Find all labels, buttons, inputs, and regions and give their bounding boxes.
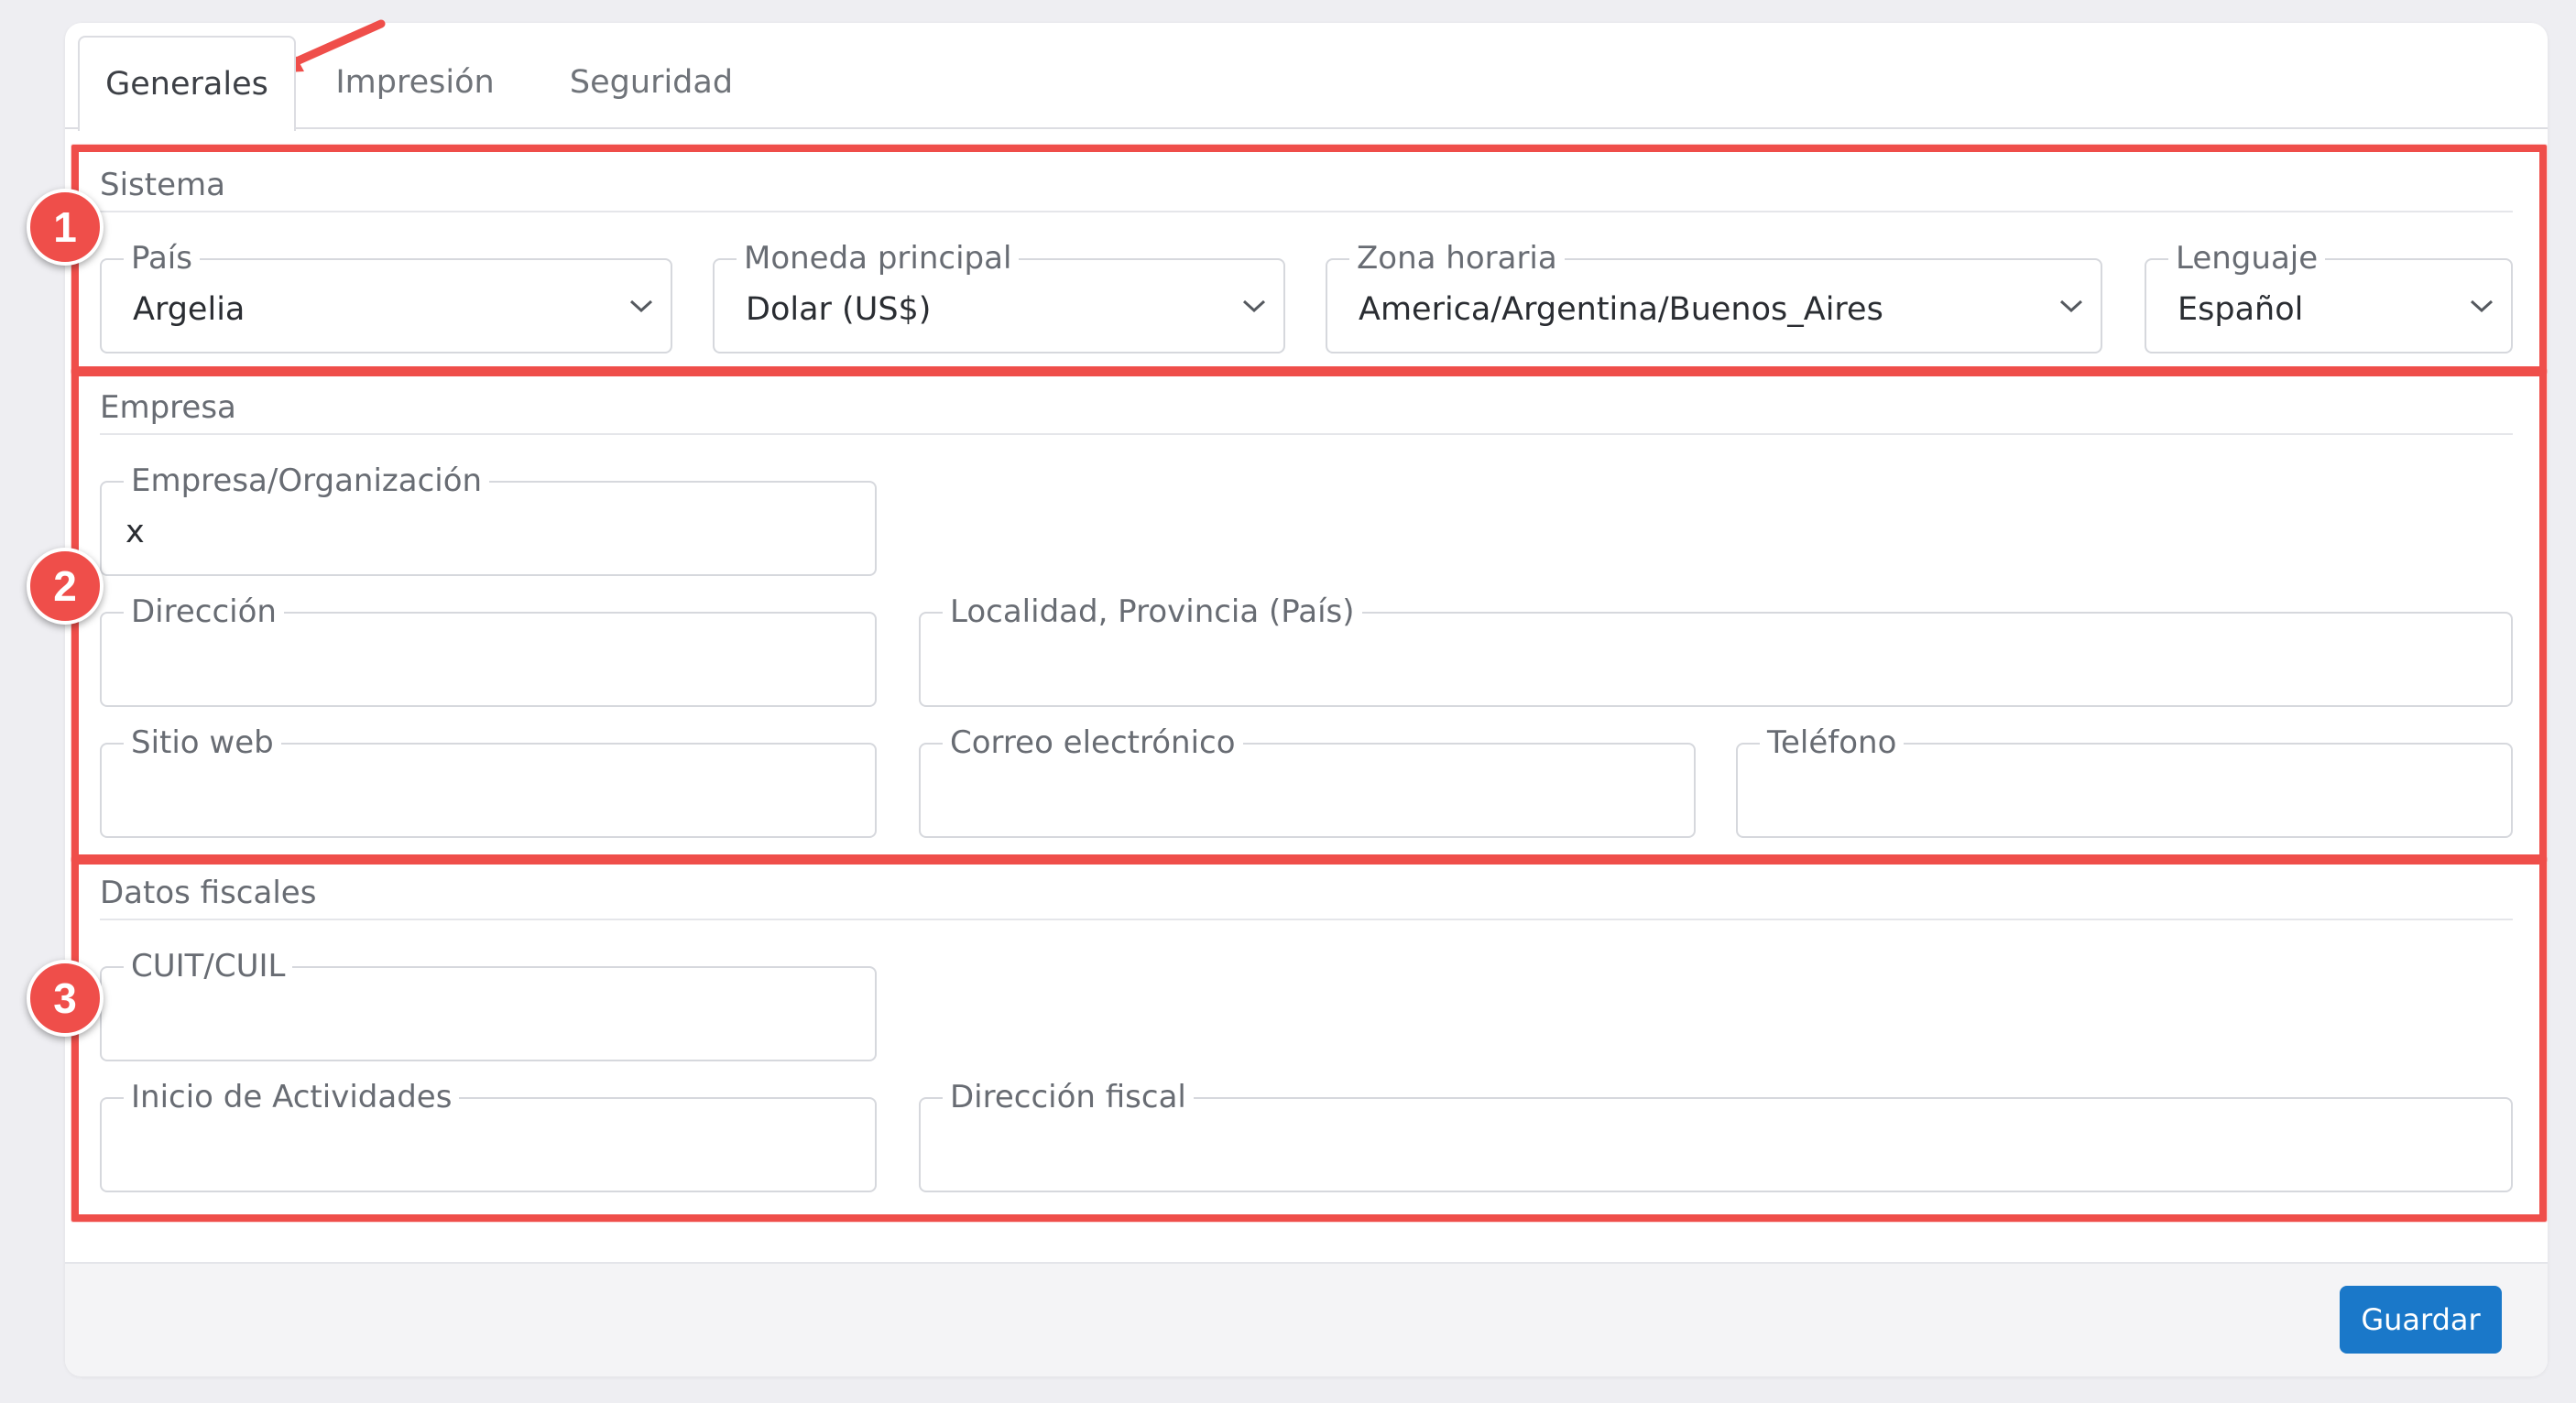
direccion-fiscal-input[interactable]: Dirección fiscal	[919, 1075, 2513, 1192]
field-label: Empresa/Organización	[124, 459, 490, 503]
correo-input[interactable]: Correo electrónico	[919, 721, 1696, 838]
moneda-select[interactable]: Moneda principal Dolar (US$)	[713, 236, 1285, 353]
pais-select[interactable]: País Argelia	[100, 236, 672, 353]
field-label: Lenguaje	[2168, 236, 2326, 280]
telefono-input[interactable]: Teléfono	[1736, 721, 2513, 838]
field-label: Inicio de Actividades	[124, 1075, 460, 1119]
annotation-badge-3: 3	[27, 960, 104, 1037]
field-label: Dirección fiscal	[943, 1075, 1194, 1119]
field-value: x	[126, 514, 145, 550]
tab-divider	[65, 127, 2548, 129]
field-label: Dirección	[124, 590, 284, 634]
section-rule	[100, 211, 2513, 212]
field-label: Sitio web	[124, 721, 281, 765]
cuit-input[interactable]: CUIT/CUIL	[100, 944, 877, 1061]
field-label: Correo electrónico	[943, 721, 1243, 765]
direccion-input[interactable]: Dirección	[100, 590, 877, 707]
field-label: Teléfono	[1760, 721, 1905, 765]
chevron-down-icon	[2059, 299, 2083, 313]
save-button[interactable]: Guardar	[2340, 1286, 2502, 1354]
zona-horaria-select[interactable]: Zona horaria America/Argentina/Buenos_Ai…	[1326, 236, 2102, 353]
localidad-input[interactable]: Localidad, Provincia (País)	[919, 590, 2513, 707]
section-rule	[100, 433, 2513, 435]
section-title-fiscales: Datos fiscales	[100, 875, 317, 911]
field-label: País	[124, 236, 200, 280]
sitio-web-input[interactable]: Sitio web	[100, 721, 877, 838]
inicio-actividades-input[interactable]: Inicio de Actividades	[100, 1075, 877, 1192]
section-title-sistema: Sistema	[100, 167, 225, 203]
settings-card: Generales Impresión Seguridad Sistema Pa…	[65, 23, 2548, 1376]
field-value: Dolar (US$)	[746, 291, 932, 328]
lenguaje-select[interactable]: Lenguaje Español	[2145, 236, 2513, 353]
tab-seguridad[interactable]: Seguridad	[541, 36, 761, 129]
empresa-input[interactable]: Empresa/Organización x	[100, 459, 877, 576]
section-rule	[100, 919, 2513, 920]
chevron-down-icon	[1242, 299, 1266, 313]
tab-label: Seguridad	[569, 64, 734, 101]
field-label: Zona horaria	[1349, 236, 1565, 280]
annotation-badge-1: 1	[27, 189, 104, 266]
field-value: America/Argentina/Buenos_Aires	[1359, 291, 1883, 328]
chevron-down-icon	[629, 299, 653, 313]
tab-generales[interactable]: Generales	[78, 36, 296, 131]
section-title-empresa: Empresa	[100, 389, 236, 426]
field-label: Localidad, Provincia (País)	[943, 590, 1362, 634]
tab-bar: Generales Impresión Seguridad	[65, 23, 2548, 131]
field-label: Moneda principal	[737, 236, 1020, 280]
field-label: CUIT/CUIL	[124, 944, 293, 988]
annotation-badge-2: 2	[27, 548, 104, 625]
tab-label: Generales	[105, 66, 268, 103]
chevron-down-icon	[2470, 299, 2494, 313]
field-value: Español	[2178, 291, 2304, 328]
card-footer: Guardar	[65, 1262, 2548, 1376]
field-value: Argelia	[133, 291, 246, 328]
